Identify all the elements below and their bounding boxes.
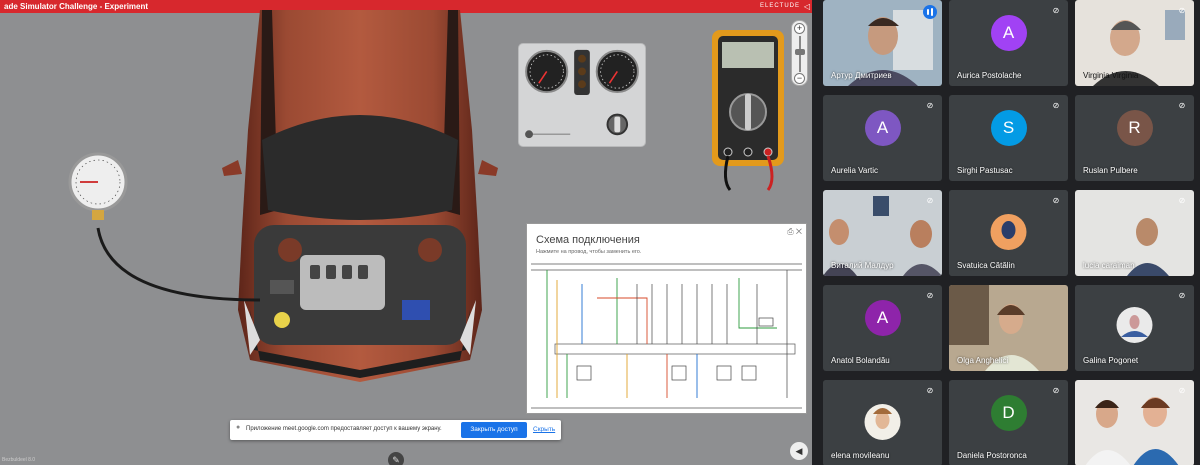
participant-tile[interactable]: ⊘ Virginia Virginia <box>1075 0 1194 86</box>
screen-share-bar: ● Приложение meet.google.com предоставля… <box>230 420 561 440</box>
avatar: D <box>990 394 1027 431</box>
participant-tile[interactable]: Olga Anghelici <box>949 285 1068 371</box>
participant-tile[interactable]: ⊘ Виталий Малдур <box>823 190 942 276</box>
avatar: R <box>1116 109 1153 146</box>
participant-grid: Артур Дмитриев A ⊘ Aurica Postolache ⊘ V… <box>817 0 1200 465</box>
participant-name: Galina Pogonet <box>1083 356 1139 365</box>
diagram-title: Схема подключения <box>536 234 640 246</box>
mic-off-icon: ⊘ <box>1178 101 1186 110</box>
mic-off-icon: ⊘ <box>1052 386 1060 395</box>
participant-tile[interactable]: ⊘ Galina Pogonet <box>1075 285 1194 371</box>
mic-off-icon: ⊘ <box>926 196 934 205</box>
mic-off-icon: ⊘ <box>926 386 934 395</box>
simulator-screen: ade Simulator Challenge - Experiment ELE… <box>0 0 812 465</box>
participant-tile[interactable]: A ⊘ Aurica Postolache <box>949 0 1068 86</box>
wiring-schematic[interactable] <box>527 258 806 413</box>
participant-name: Svatuica Cătălin <box>957 261 1015 270</box>
mic-off-icon: ⊘ <box>926 101 934 110</box>
mic-off-icon: ⊘ <box>926 291 934 300</box>
mic-off-icon: ⊘ <box>1178 291 1186 300</box>
participant-tile[interactable]: Артур Дмитриев <box>823 0 942 86</box>
participant-name: Virginia Virginia <box>1083 71 1139 80</box>
wiring-diagram-window[interactable]: Схема подключения Нажмите на провод, что… <box>526 223 807 414</box>
participant-name: Daniela Postoronca <box>957 451 1027 460</box>
hide-share-bar-link[interactable]: Скрыть <box>533 426 555 433</box>
volume-icon[interactable]: ◀ <box>790 442 808 460</box>
participant-name: Aurelia Vartic <box>831 166 878 175</box>
participant-tile[interactable]: A ⊘ Aurelia Vartic <box>823 95 942 181</box>
avatar: A <box>990 14 1027 51</box>
mic-off-icon: ⊘ <box>1178 386 1186 395</box>
mic-off-icon: ⊘ <box>1052 196 1060 205</box>
avatar: S <box>990 109 1027 146</box>
participant-name: Ruslan Pulbere <box>1083 166 1138 175</box>
pin-icon: ● <box>236 424 241 431</box>
participant-name: Olga Anghelici <box>957 356 1009 365</box>
participant-tile[interactable]: ⊘ elena movileanu <box>823 380 942 465</box>
avatar: A <box>864 299 901 336</box>
diagram-subtitle: Нажмите на провод, чтобы заменить его. <box>536 249 642 255</box>
share-message: Приложение meet.google.com предоставляет… <box>246 426 442 432</box>
participant-name: Anatol Bolandău <box>831 356 890 365</box>
participant-tile[interactable]: ⊘ Svatuica Cătălin <box>949 190 1068 276</box>
stop-sharing-button[interactable]: Закрыть доступ <box>461 422 527 438</box>
participant-tile[interactable]: S ⊘ Sirghi Pastusac <box>949 95 1068 181</box>
mic-off-icon: ⊘ <box>1178 6 1186 15</box>
participant-tile[interactable]: ⊘ lucia caraiman <box>1075 190 1194 276</box>
participant-name: Sirghi Pastusac <box>957 166 1013 175</box>
pen-icon[interactable]: ✎ <box>388 452 404 465</box>
participant-tile[interactable]: ⊘ <box>1075 380 1194 465</box>
avatar: A <box>864 109 901 146</box>
participant-name: Артур Дмитриев <box>831 71 892 80</box>
diagram-window-icons[interactable]: ⎙ ✕ <box>787 227 802 237</box>
speaking-icon <box>923 5 937 19</box>
participant-name: elena movileanu <box>831 451 890 460</box>
participant-name: lucia caraiman <box>1083 261 1135 270</box>
participant-name: Виталий Малдур <box>831 261 894 270</box>
mic-off-icon: ⊘ <box>1052 101 1060 110</box>
simulator-footer: Bezbuldeel 8.0 <box>2 457 36 463</box>
mic-off-icon: ⊘ <box>1178 196 1186 205</box>
participant-tile[interactable]: R ⊘ Ruslan Pulbere <box>1075 95 1194 181</box>
participant-tile[interactable]: A ⊘ Anatol Bolandău <box>823 285 942 371</box>
participant-tile[interactable]: D ⊘ Daniela Postoronca <box>949 380 1068 465</box>
mic-off-icon: ⊘ <box>1052 6 1060 15</box>
participant-name: Aurica Postolache <box>957 71 1022 80</box>
